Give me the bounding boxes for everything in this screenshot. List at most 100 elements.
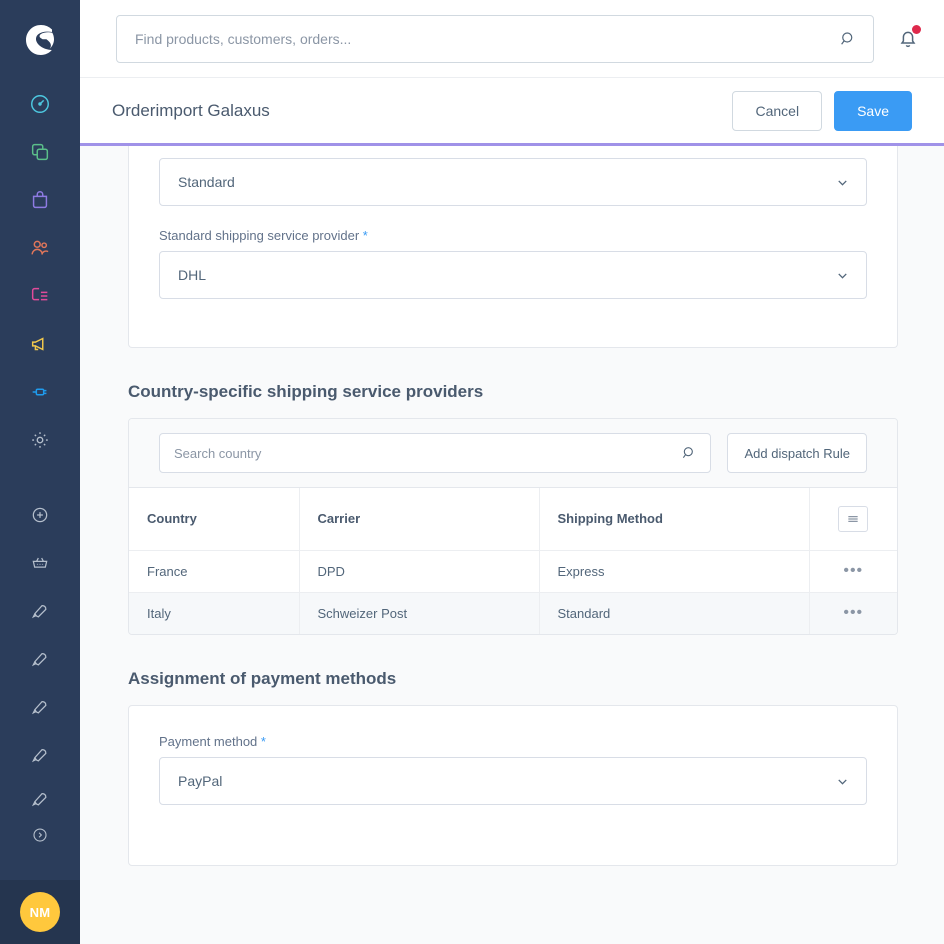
sidebar-item-rocket-2[interactable] <box>0 635 80 683</box>
rocket-icon <box>31 700 47 715</box>
cell-country: Italy <box>129 592 300 634</box>
top-bar <box>80 0 944 78</box>
cell-shipping-method: Standard <box>539 592 810 634</box>
search-input[interactable] <box>117 15 873 62</box>
sidebar-item-rocket-3[interactable] <box>0 683 80 731</box>
dispatch-rules-table: Country Carrier Shipping Method France D… <box>129 488 897 634</box>
shipping-provider-label: Standard shipping service provider * <box>159 228 867 243</box>
dashboard-gauge-icon <box>31 95 49 113</box>
sidebar-item-orders[interactable] <box>0 176 80 224</box>
table-head: Country Carrier Shipping Method <box>129 488 897 551</box>
save-button[interactable]: Save <box>834 90 912 131</box>
page-title: Orderimport Galaxus <box>112 100 270 120</box>
chevron-down-icon <box>838 272 847 279</box>
payment-method-label-text: Payment method <box>159 734 258 749</box>
payment-method-field: Payment method * PayPal <box>159 706 867 865</box>
sidebar-item-rocket-1[interactable] <box>0 587 80 635</box>
avatar[interactable]: NM <box>20 892 60 932</box>
sidebar-item-dashboard[interactable] <box>0 80 80 128</box>
chevron-down-icon <box>838 179 847 186</box>
main-sidebar: NM <box>0 0 80 944</box>
plus-circle-icon <box>32 507 48 523</box>
copy-layers-icon <box>31 143 49 161</box>
rocket-icon <box>31 748 47 763</box>
payment-section-title: Assignment of payment methods <box>128 669 397 688</box>
shopware-logo[interactable] <box>0 0 80 80</box>
sidebar-item-expand[interactable] <box>0 819 80 851</box>
content-scroll-area[interactable]: Standard Standard shipping service provi… <box>80 146 944 944</box>
basket-icon <box>32 557 48 568</box>
sidebar-user-area[interactable]: NM <box>0 880 80 944</box>
app-root: NM Orderimpor <box>0 0 944 944</box>
column-header-carrier[interactable]: Carrier <box>299 488 540 551</box>
shipping-method-field: Standard <box>159 146 867 206</box>
table-row[interactable]: France DPD Express ••• <box>129 550 897 593</box>
cell-actions: ••• <box>809 550 897 593</box>
rocket-icon <box>31 792 47 807</box>
chevron-down-icon <box>838 778 847 785</box>
shipping-provider-select[interactable]: DHL <box>159 251 867 299</box>
search-icon[interactable] <box>681 445 697 461</box>
cell-carrier: DPD <box>299 550 540 593</box>
row-context-menu-icon[interactable]: ••• <box>843 562 863 579</box>
global-search[interactable] <box>116 14 874 63</box>
megaphone-icon <box>31 337 44 351</box>
notification-badge-dot <box>912 24 921 34</box>
rocket-icon <box>31 604 47 619</box>
content-list-icon <box>31 287 48 301</box>
hamburger-icon[interactable] <box>838 505 869 532</box>
cancel-button[interactable]: Cancel <box>732 90 823 131</box>
column-header-country[interactable]: Country <box>129 488 300 551</box>
sidebar-item-content[interactable] <box>0 272 80 320</box>
smart-bar: Orderimport Galaxus Cancel Save <box>80 78 944 146</box>
sidebar-item-marketing[interactable] <box>0 320 80 368</box>
add-dispatch-rule-button[interactable]: Add dispatch Rule <box>727 433 867 473</box>
required-asterisk: * <box>260 734 266 749</box>
sidebar-item-rocket-4[interactable] <box>0 731 80 779</box>
required-asterisk: * <box>362 228 368 243</box>
country-search[interactable] <box>159 433 712 473</box>
shipping-settings-card: Standard Standard shipping service provi… <box>128 146 898 348</box>
sidebar-item-basket[interactable] <box>0 539 80 587</box>
sidebar-item-extensions[interactable] <box>0 368 80 416</box>
cell-actions: ••• <box>809 592 897 634</box>
notifications-button[interactable] <box>896 24 921 51</box>
grid-toolbar: Add dispatch Rule <box>129 419 897 488</box>
cell-carrier: Schweizer Post <box>299 592 540 634</box>
shopping-bag-icon <box>32 191 48 209</box>
sidebar-primary-nav <box>0 80 80 464</box>
search-icon[interactable] <box>839 30 857 48</box>
table-header-row: Country Carrier Shipping Method <box>129 488 897 551</box>
content-inner: Standard Standard shipping service provi… <box>128 146 898 866</box>
sidebar-item-settings[interactable] <box>0 416 80 464</box>
shipping-method-select[interactable]: Standard <box>159 158 867 206</box>
main-area: Orderimport Galaxus Cancel Save Standard <box>80 0 944 944</box>
sidebar-item-catalogues[interactable] <box>0 128 80 176</box>
plug-icon <box>32 388 47 396</box>
sidebar-favorites-nav <box>0 491 80 851</box>
country-dispatch-grid: Add dispatch Rule Country Carrier Shippi… <box>128 418 898 635</box>
payment-method-value: PayPal <box>178 773 223 789</box>
column-header-shipping-method[interactable]: Shipping Method <box>539 488 810 551</box>
sidebar-item-add[interactable] <box>0 491 80 539</box>
row-context-menu-icon[interactable]: ••• <box>843 604 863 621</box>
cell-country: France <box>129 550 300 593</box>
country-section-title: Country-specific shipping service provid… <box>128 382 484 401</box>
rocket-icon <box>31 652 47 667</box>
table-body: France DPD Express ••• Italy Schweizer P… <box>129 550 897 634</box>
gear-icon <box>32 432 48 448</box>
shipping-provider-field: Standard shipping service provider * DHL <box>159 228 867 347</box>
cell-shipping-method: Express <box>539 550 810 593</box>
sidebar-item-customers[interactable] <box>0 224 80 272</box>
shipping-provider-value: DHL <box>178 267 207 283</box>
table-row[interactable]: Italy Schweizer Post Standard ••• <box>129 592 897 634</box>
payment-method-select[interactable]: PayPal <box>159 757 867 805</box>
shipping-method-value: Standard <box>178 174 235 190</box>
users-icon <box>31 240 49 255</box>
chevron-right-circle-icon <box>33 828 47 842</box>
payment-methods-card: Payment method * PayPal <box>128 705 898 866</box>
payment-method-label: Payment method * <box>159 734 867 749</box>
shipping-provider-label-text: Standard shipping service provider <box>159 228 360 243</box>
country-search-input[interactable] <box>160 434 711 472</box>
sidebar-item-rocket-5[interactable] <box>0 779 80 819</box>
